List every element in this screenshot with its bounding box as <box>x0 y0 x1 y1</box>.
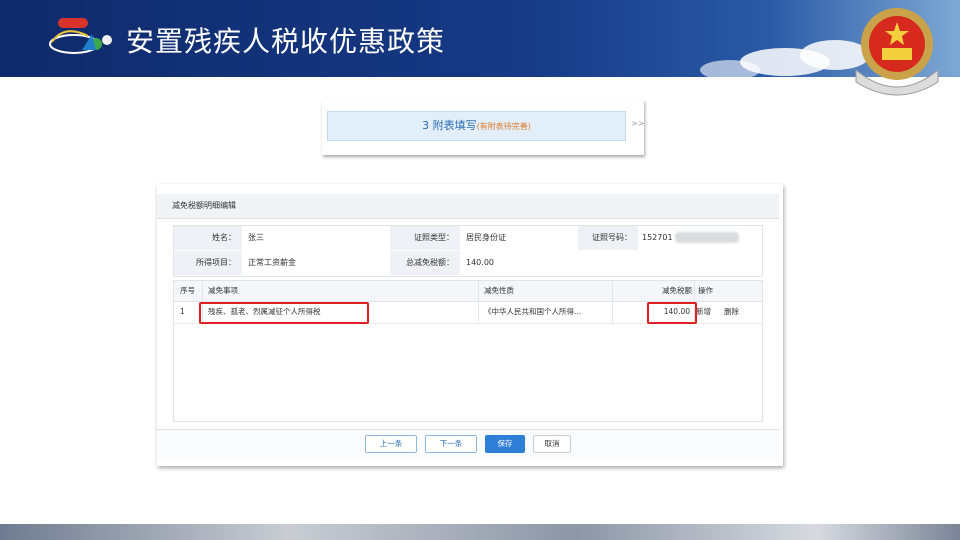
tax-logo-icon <box>49 18 112 54</box>
taxpayer-info-panel: 姓名： 张三 证照类型： 居民身份证 证照号码： 152701 所得项目： 正常… <box>173 225 763 277</box>
col-header-no: 序号 <box>180 286 195 295</box>
row-nature: 《中华人民共和国个人所得... <box>484 307 582 316</box>
name-value: 张三 <box>248 233 264 242</box>
delete-link[interactable]: 删除 <box>724 302 746 322</box>
national-emblem-icon <box>855 8 939 96</box>
cloud-decoration <box>700 60 760 77</box>
dialog-title-bar: 减免税额明细编辑 <box>157 194 779 219</box>
income-item-label: 所得项目： <box>174 251 242 275</box>
highlight-matter-box <box>199 302 369 324</box>
slide-footer-band <box>0 524 960 540</box>
step-3-tab[interactable]: 3 附表填写(有附表待完善) <box>327 111 626 141</box>
name-label: 姓名： <box>174 226 242 250</box>
table-header: 序号 减免事项 减免性质 减免税额 操作 <box>174 281 762 302</box>
step-sublabel: (有附表待完善) <box>476 122 531 131</box>
id-number-value: 152701 <box>642 226 760 250</box>
col-header-nature: 减免性质 <box>484 286 514 295</box>
background-form-fragment <box>157 184 783 190</box>
id-type-label: 证照类型： <box>390 226 460 250</box>
dialog-button-bar: 上一条 下一条 保存 取消 <box>157 429 779 460</box>
step-panel: 3 附表填写(有附表待完善) >> <box>322 100 644 155</box>
col-header-matter: 减免事项 <box>208 286 238 295</box>
highlight-amount-box <box>647 302 697 324</box>
income-item-value: 正常工资薪金 <box>248 258 296 267</box>
deduction-edit-dialog: 减免税额明细编辑 姓名： 张三 证照类型： 居民身份证 证照号码： 152701… <box>157 184 783 466</box>
id-number-label: 证照号码： <box>578 226 638 250</box>
total-reduction-value: 140.00 <box>466 258 494 267</box>
cancel-button[interactable]: 取消 <box>533 435 571 453</box>
save-button[interactable]: 保存 <box>485 435 525 453</box>
row-no: 1 <box>180 307 185 316</box>
col-header-amount: 减免税额 <box>662 286 692 295</box>
total-reduction-label: 总减免税额： <box>390 251 460 275</box>
slide-title: 安置残疾人税收优惠政策 <box>126 25 446 58</box>
step-arrow-icon[interactable]: >> <box>631 119 644 128</box>
next-button[interactable]: 下一条 <box>425 435 477 453</box>
add-link[interactable]: 新增 <box>696 302 718 322</box>
prev-button[interactable]: 上一条 <box>365 435 417 453</box>
id-type-value: 居民身份证 <box>466 233 506 242</box>
slide-header: 安置残疾人税收优惠政策 <box>0 0 960 77</box>
step-label: 3 附表填写 <box>422 119 477 132</box>
dialog-title: 减免税额明细编辑 <box>172 201 236 210</box>
col-header-action: 操作 <box>698 286 713 295</box>
masked-id-blur <box>674 232 739 243</box>
